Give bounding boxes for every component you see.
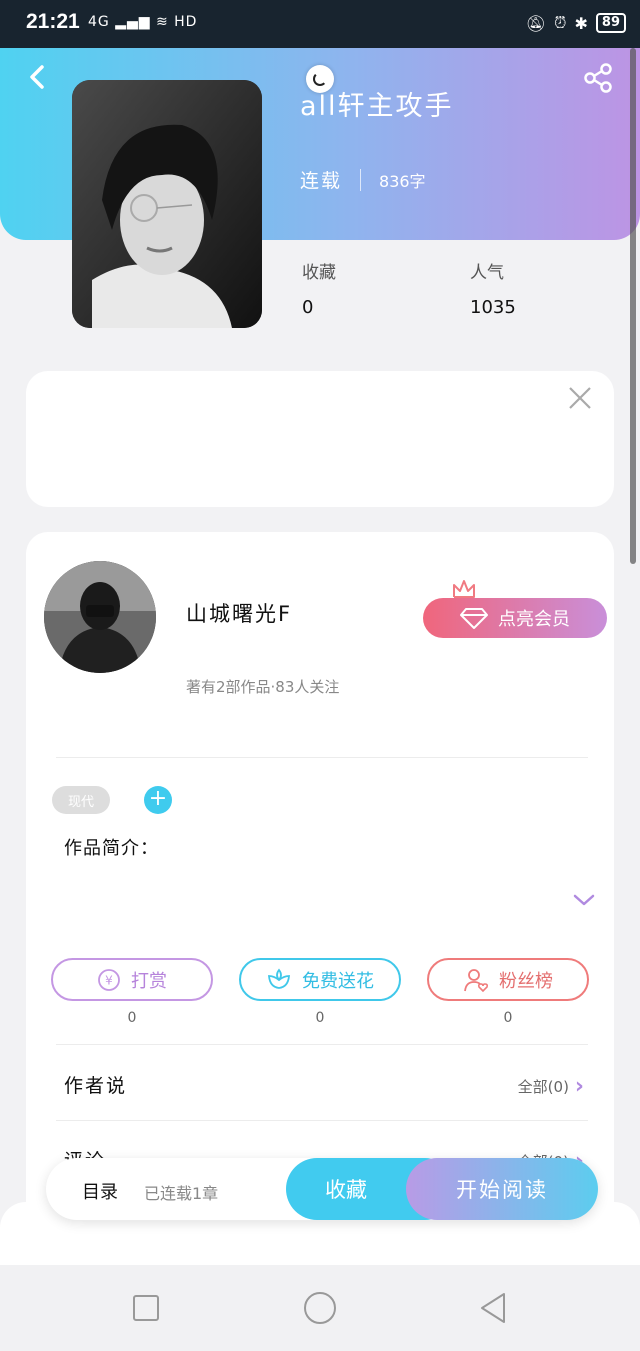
send-flower-button[interactable]: 免费送花 [239,958,401,1001]
genre-tag[interactable]: 现代 [52,786,110,814]
share-icon[interactable] [582,62,614,94]
intro-label: 作品简介： [64,838,159,859]
yen-coin-icon: ¥ [98,968,120,991]
cover-photo [72,80,262,328]
chevron-down-icon[interactable] [572,890,596,910]
ad-card [26,371,614,507]
avatar[interactable] [44,561,156,673]
user-heart-icon [464,968,489,992]
stat-label: 收藏 [302,263,336,283]
word-count: 836字 [379,171,426,191]
tip-button[interactable]: ¥ 打赏 [51,958,213,1001]
fans-label: 粉丝榜 [499,970,553,992]
vip-label: 点亮会员 [498,609,570,630]
divider [56,1120,588,1121]
vip-button[interactable]: 点亮会员 [423,598,607,638]
add-tag-button[interactable]: + [144,786,172,814]
close-icon[interactable] [566,384,594,412]
stat-value: 0 [302,297,314,318]
serial-status: 连载 [300,170,343,192]
book-status-row: 连载 836字 [300,166,426,193]
recents-icon[interactable] [126,1288,166,1328]
signal-icon: 4G ▂▄▆ ≋ HD [88,14,198,30]
mute-icon: 🔕︎ [525,13,547,33]
divider [56,757,588,758]
author-says-all-link[interactable]: 全部(0) › [518,1074,584,1099]
tip-count: 0 [127,1010,137,1026]
stat-value: 1035 [470,297,516,318]
bluetooth-icon: ✱ [574,13,588,33]
crown-icon [453,580,475,598]
flower-count: 0 [315,1010,325,1026]
hd-indicator: HD [174,14,198,30]
toc-chapter-count: 已连载1章 [144,1184,219,1203]
network-type: 4G [88,14,110,30]
alarm-icon: ⏰︎ [554,13,567,32]
battery-indicator: 89 [595,13,626,33]
avatar-photo [44,561,156,673]
status-time: 21:21 [26,10,80,33]
status-divider [360,168,362,191]
book-title: all轩主攻手 [300,91,454,122]
scrollbar[interactable] [630,48,636,564]
flower-label: 免费送花 [302,970,374,992]
fans-count: 0 [503,1010,513,1026]
fans-rank-button[interactable]: 粉丝榜 [427,958,589,1001]
flower-icon [268,968,290,989]
home-icon[interactable] [300,1288,340,1328]
toc-button[interactable]: 目录 [82,1178,118,1204]
tip-label: 打赏 [131,970,167,992]
stat-popularity: 人气 1035 [470,258,516,318]
back-icon[interactable] [24,64,50,90]
author-says-count: 全部(0) [517,1078,569,1096]
status-bar: 21:21 4G ▂▄▆ ≋ HD 🔕︎ ⏰︎ ✱ 89 [0,0,640,48]
author-meta: 著有2部作品·83人关注 [186,678,340,696]
diamond-icon [460,608,488,629]
author-says-label[interactable]: 作者说 [64,1071,127,1098]
divider [56,1044,588,1045]
chevron-right-icon: › [574,1074,584,1099]
book-cover[interactable] [72,80,262,328]
start-reading-label: 开始阅读 [456,1178,548,1202]
start-reading-button[interactable]: 开始阅读 [406,1158,598,1220]
back-nav-icon[interactable] [474,1288,514,1328]
svg-text:¥: ¥ [105,973,113,987]
author-name[interactable]: 山城曙光F [186,598,292,628]
favorite-label: 收藏 [325,1178,367,1202]
status-icons: 🔕︎ ⏰︎ ✱ 89 [526,13,626,33]
stat-favorites: 收藏 0 [302,258,336,318]
stat-label: 人气 [470,263,504,283]
